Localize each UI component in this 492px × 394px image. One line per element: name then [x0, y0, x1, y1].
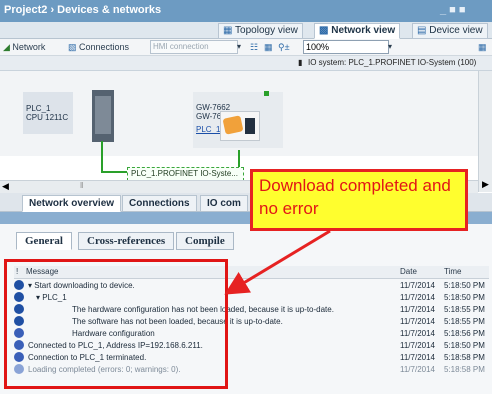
callout-arrow — [224, 229, 331, 295]
